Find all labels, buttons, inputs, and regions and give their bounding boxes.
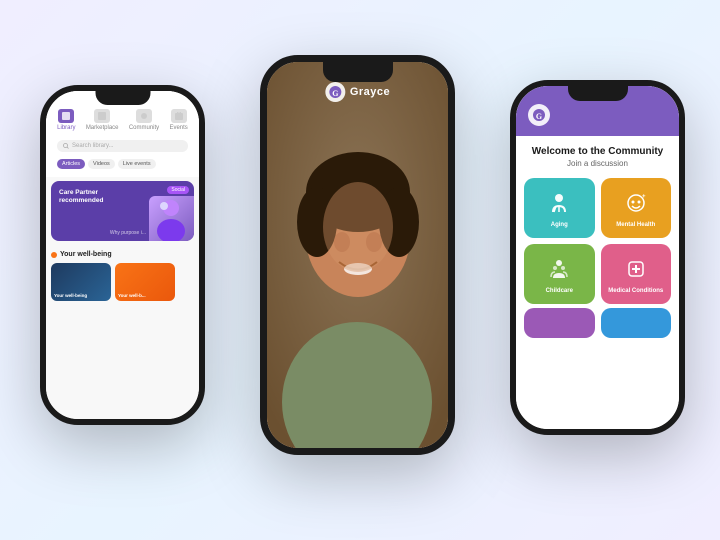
phones-container: Library Marketplace Community: [0, 0, 720, 540]
thumbnail-row: Your well-being Your well-b...: [46, 260, 199, 304]
svg-text:G: G: [332, 89, 338, 98]
center-bg: [267, 62, 448, 448]
bottom-card-1[interactable]: [524, 308, 595, 338]
svg-text:+: +: [642, 194, 646, 200]
childcare-icon: [548, 258, 570, 285]
grid-card-aging[interactable]: Aging: [524, 178, 595, 238]
tag-videos[interactable]: Videos: [88, 159, 115, 169]
tag-live-events[interactable]: Live events: [118, 159, 156, 169]
nav-marketplace[interactable]: Marketplace: [86, 109, 119, 131]
featured-card[interactable]: Social Care Partner recommended Why purp…: [51, 181, 194, 241]
medical-icon: [625, 258, 647, 285]
filter-tags: Articles Videos Live events: [52, 155, 193, 173]
nav-library[interactable]: Library: [57, 109, 75, 131]
thumbnail-label-2: Your well-b...: [118, 293, 146, 298]
phone-left: Library Marketplace Community: [40, 85, 205, 425]
thumbnail-1[interactable]: Your well-being: [51, 263, 111, 301]
nav-community[interactable]: Community: [129, 109, 159, 131]
svg-text:G: G: [536, 112, 542, 121]
tag-articles[interactable]: Articles: [57, 159, 85, 169]
welcome-section: Welcome to the Community Join a discussi…: [516, 136, 679, 174]
phone-left-content: Library Marketplace Community: [46, 91, 199, 419]
aging-icon: [548, 192, 570, 219]
community-grid: Aging + Mental Health Childcare: [516, 174, 679, 308]
brand-name: Grayce: [350, 86, 390, 98]
grid-card-childcare[interactable]: Childcare: [524, 244, 595, 304]
welcome-title: Welcome to the Community: [524, 146, 671, 157]
notch-center: [323, 62, 393, 82]
wellbeing-dot: [51, 252, 57, 258]
search-bar[interactable]: Search library...: [57, 140, 188, 152]
thumbnail-label-1: Your well-being: [54, 293, 87, 298]
grid-card-medical[interactable]: Medical Conditions: [601, 244, 672, 304]
childcare-label: Childcare: [546, 288, 573, 294]
library-icon: [58, 109, 74, 123]
phone-right: G Welcome to the Community Join a discus…: [510, 80, 685, 435]
center-logo: G Grayce: [325, 82, 390, 102]
mental-health-label: Mental Health: [616, 222, 655, 228]
bottom-row: [516, 308, 679, 342]
medical-label: Medical Conditions: [608, 288, 663, 294]
card-image: [149, 196, 194, 241]
events-icon: [171, 109, 187, 123]
phone-right-content: G Welcome to the Community Join a discus…: [516, 86, 679, 429]
card-side-text: Why purpose i...: [110, 230, 146, 236]
left-nav: Library Marketplace Community: [52, 109, 193, 131]
nav-events[interactable]: Events: [169, 109, 187, 131]
notch-right: [568, 86, 628, 101]
grid-card-mental[interactable]: + Mental Health: [601, 178, 672, 238]
mental-health-icon: +: [625, 192, 647, 219]
marketplace-icon: [94, 109, 110, 123]
bottom-card-2[interactable]: [601, 308, 672, 338]
welcome-subtitle: Join a discussion: [524, 159, 671, 168]
phone-center-content: G Grayce: [267, 62, 448, 448]
aging-label: Aging: [551, 222, 568, 228]
social-badge: Social: [167, 186, 189, 194]
card-title: Care Partner recommended: [59, 189, 129, 205]
grayce-icon: G: [325, 82, 345, 102]
right-logo: G: [528, 104, 550, 126]
phone-center: G Grayce: [260, 55, 455, 455]
search-icon: [63, 143, 69, 149]
thumbnail-2[interactable]: Your well-b...: [115, 263, 175, 301]
notch-left: [95, 91, 150, 105]
wellbeing-section: Your well-being: [46, 245, 199, 260]
community-icon: [136, 109, 152, 123]
